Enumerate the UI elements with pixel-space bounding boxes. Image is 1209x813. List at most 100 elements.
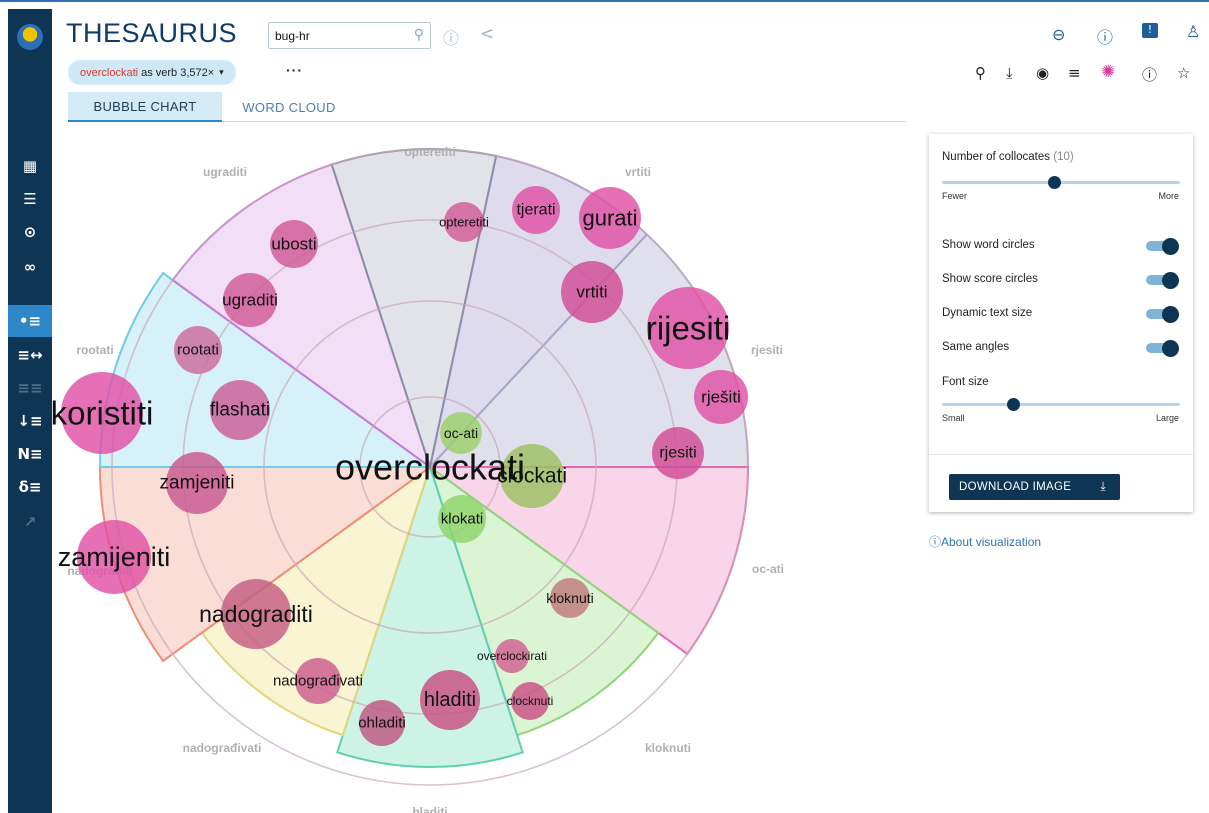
query-selector[interactable]: overclockati as verb 3,572× ▾ bbox=[68, 60, 236, 85]
toggle-label: Show word circles bbox=[942, 239, 1035, 251]
bubble-label[interactable]: koristiti bbox=[51, 395, 154, 432]
bubble-label[interactable]: opteretiti bbox=[439, 215, 489, 230]
bubble-chart: vrtiti rjesiti oc-ati kloknuti hladiti nadogr… bbox=[51, 145, 784, 813]
bubble-label[interactable]: zamjeniti bbox=[160, 473, 235, 494]
chevron-down-icon: ▾ bbox=[219, 67, 224, 77]
show-word-circles-toggle[interactable] bbox=[1146, 238, 1179, 255]
parallel-concordance-icon[interactable]: ≡↔ bbox=[8, 339, 52, 371]
app-logo-icon[interactable] bbox=[17, 24, 43, 50]
search-input[interactable] bbox=[275, 27, 405, 45]
font-size-slider-handle[interactable] bbox=[1007, 398, 1021, 411]
font-size-slider[interactable] bbox=[942, 403, 1180, 406]
bubble-label[interactable]: tjerati bbox=[516, 202, 555, 219]
top-accent-line bbox=[0, 0, 1209, 2]
panel-divider bbox=[929, 454, 1193, 455]
more-label: More bbox=[1158, 191, 1179, 201]
bubble-label[interactable]: gurati bbox=[582, 206, 637, 231]
toggle-row-score-circles: Show score circles bbox=[942, 273, 1179, 285]
download-image-button[interactable]: DOWNLOAD IMAGE ⤓ bbox=[949, 474, 1120, 500]
toggle-row-same-angles: Same angles bbox=[942, 341, 1179, 353]
dynamic-text-size-toggle[interactable] bbox=[1146, 306, 1179, 323]
bubble-label[interactable]: hladiti bbox=[424, 689, 476, 711]
bubble-label[interactable]: nadograditi bbox=[199, 601, 313, 627]
bubble-label[interactable]: kloknuti bbox=[546, 590, 593, 606]
bubble-label[interactable]: rješiti bbox=[701, 388, 741, 407]
collocates-value: (10) bbox=[1053, 151, 1074, 163]
sector-label: rjesiti bbox=[751, 343, 783, 357]
info-circle-icon[interactable]: ⓘ bbox=[1142, 64, 1157, 85]
word-sketch-icon[interactable]: ⊙ bbox=[8, 216, 52, 248]
help-icon[interactable]: ⓘ bbox=[1097, 24, 1113, 48]
settings-panel: Number of collocates (10) Fewer More Sho… bbox=[929, 134, 1193, 512]
user-icon[interactable]: ♙ bbox=[1186, 22, 1200, 41]
wordlist-icon[interactable]: ↓≡ bbox=[8, 405, 52, 437]
bubble-label[interactable]: nadograđivati bbox=[273, 673, 363, 690]
keywords-icon[interactable]: δ≡ bbox=[8, 471, 52, 503]
bubble-label[interactable]: zamijeniti bbox=[58, 542, 171, 572]
font-size-label: Font size bbox=[942, 376, 989, 388]
sketch-difference-icon[interactable]: ∞ bbox=[8, 251, 52, 283]
tab-word-cloud[interactable]: WORD CLOUD bbox=[228, 92, 350, 122]
more-options-icon[interactable]: ··· bbox=[286, 62, 303, 78]
show-score-circles-toggle[interactable] bbox=[1146, 272, 1179, 289]
tab-bubble-chart[interactable]: BUBBLE CHART bbox=[68, 92, 222, 122]
bubble-label[interactable]: klokati bbox=[441, 511, 484, 528]
disabled-tool-icon[interactable]: ≡≡ bbox=[8, 372, 52, 404]
concordance-icon[interactable]: ☰ bbox=[8, 183, 52, 215]
sector-label: opteretiti bbox=[404, 145, 455, 159]
view-tabs: BUBBLE CHART WORD CLOUD bbox=[68, 92, 906, 122]
bubble-label[interactable]: flashati bbox=[210, 400, 270, 421]
bubble-label[interactable]: rijesiti bbox=[646, 310, 730, 347]
search-box[interactable]: ⚲ bbox=[268, 22, 431, 49]
bubble-label[interactable]: ohladiti bbox=[358, 715, 406, 732]
thesaurus-icon[interactable]: •≡ bbox=[8, 305, 52, 337]
toggle-row-dynamic-text: Dynamic text size bbox=[942, 307, 1179, 319]
sector-label: ugraditi bbox=[203, 165, 247, 179]
sector-label: hladiti bbox=[412, 805, 447, 813]
star-icon[interactable]: ☆ bbox=[1177, 64, 1190, 82]
bubble-label[interactable]: rootati bbox=[177, 342, 219, 359]
feedback-icon[interactable]: ! bbox=[1142, 23, 1158, 38]
toggle-label: Dynamic text size bbox=[942, 307, 1033, 319]
zoom-icon[interactable]: ⚲ bbox=[975, 64, 986, 82]
about-visualization-link[interactable]: ⓘAbout visualization bbox=[929, 533, 1041, 550]
search-icon[interactable]: ⚲ bbox=[414, 26, 424, 43]
link-icon[interactable]: ⊖ bbox=[1052, 25, 1065, 44]
small-label: Small bbox=[942, 413, 965, 423]
bubble-label[interactable]: vrtiti bbox=[576, 283, 607, 302]
sector-label: vrtiti bbox=[625, 165, 651, 179]
bubble-label[interactable]: clockati bbox=[497, 465, 567, 488]
collocates-slider-handle[interactable] bbox=[1047, 176, 1061, 189]
bubble-label[interactable]: ugraditi bbox=[222, 291, 278, 310]
view-icon[interactable]: ◉ bbox=[1036, 64, 1049, 82]
sector-label: oc-ati bbox=[752, 562, 784, 576]
bubble-label[interactable]: ubosti bbox=[271, 235, 316, 254]
ngrams-icon[interactable]: N≡ bbox=[8, 438, 52, 470]
collocates-slider[interactable] bbox=[942, 181, 1180, 184]
sidebar: ▦ ☰ ⊙ ∞ •≡ ≡↔ ≡≡ ↓≡ N≡ δ≡ ↗ bbox=[8, 9, 52, 813]
bubble-label[interactable]: overclockirati bbox=[477, 649, 547, 663]
info-icon[interactable]: ⓘ bbox=[443, 25, 459, 49]
sector-label: nadograđivati bbox=[183, 741, 262, 755]
download-image-label: DOWNLOAD IMAGE bbox=[959, 481, 1072, 493]
share-icon[interactable]: < bbox=[480, 24, 494, 44]
same-angles-toggle[interactable] bbox=[1146, 340, 1179, 357]
font-size-label-row: Font size bbox=[942, 376, 1179, 388]
bubble-label[interactable]: clocknuti bbox=[507, 694, 554, 708]
query-info: as verb 3,572× bbox=[141, 66, 215, 79]
trends-icon[interactable]: ↗ bbox=[8, 506, 52, 538]
toggle-row-word-circles: Show word circles bbox=[942, 239, 1179, 251]
collocates-label-row: Number of collocates (10) bbox=[942, 151, 1179, 163]
bubble-label[interactable]: rjesiti bbox=[659, 445, 696, 462]
collocates-label: Number of collocates bbox=[942, 151, 1051, 163]
fewer-label: Fewer bbox=[942, 191, 968, 201]
app-title: THESAURUS bbox=[66, 18, 238, 48]
sector-label: kloknuti bbox=[645, 741, 691, 755]
color-palette-icon[interactable]: ✺ bbox=[1101, 62, 1115, 82]
sector-label: rootati bbox=[76, 343, 113, 357]
download-icon[interactable]: ⤓ bbox=[1006, 64, 1013, 82]
dashboard-icon[interactable]: ▦ bbox=[8, 150, 52, 182]
filter-icon[interactable]: ≡ bbox=[1068, 64, 1081, 82]
bubble-label[interactable]: oc-ati bbox=[444, 425, 478, 441]
query-word: overclockati bbox=[80, 66, 139, 79]
